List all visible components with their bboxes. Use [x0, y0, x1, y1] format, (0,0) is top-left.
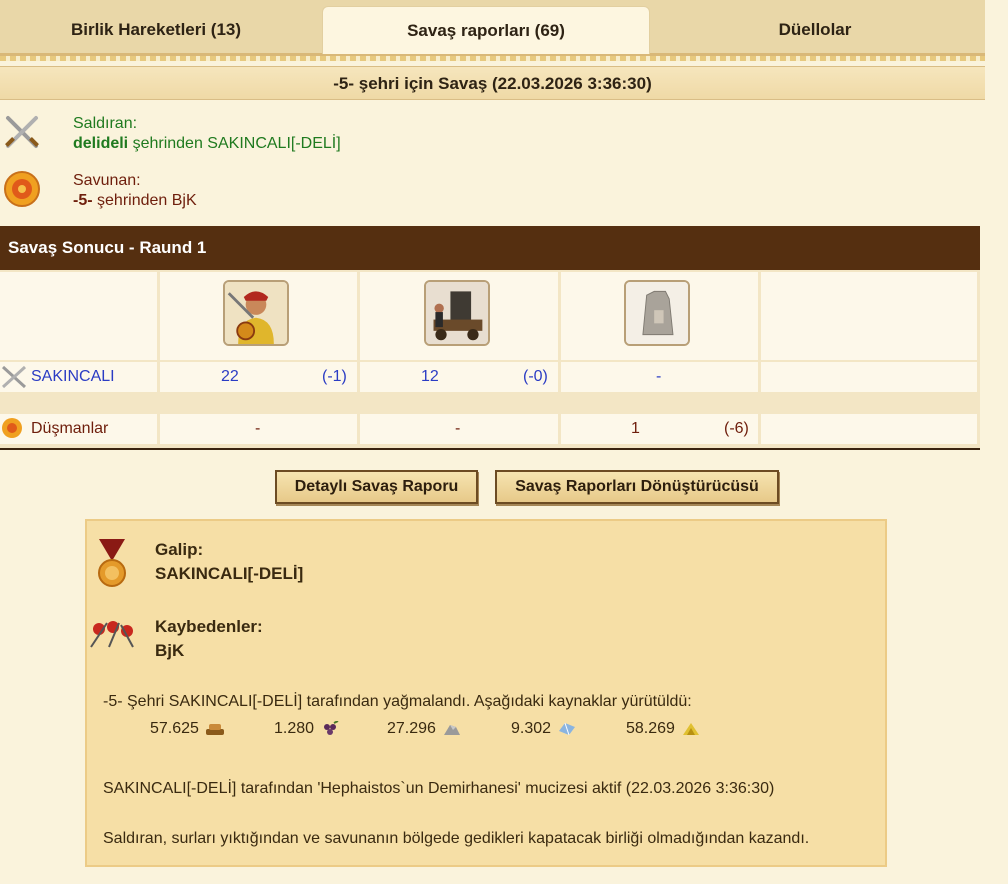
report-title: -5- şehri için Savaş (22.03.2026 3:36:30… — [0, 66, 985, 100]
grid-divider — [0, 448, 980, 450]
sulfur-icon — [682, 723, 699, 735]
grid-corner — [0, 272, 157, 360]
tab-bar: Birlik Hareketleri (13) Savaş raporları … — [0, 0, 985, 61]
resource-crystal: 9.302 — [511, 720, 577, 738]
grapes-icon — [324, 721, 339, 735]
wonder-text: SAKINCALI[-DELİ] tarafından 'Hephaistos`… — [103, 780, 775, 797]
unit-count: - — [656, 368, 662, 385]
resource-value: 1.280 — [274, 720, 315, 737]
unit-header-hoplite — [160, 272, 357, 360]
attacker-player[interactable]: şehrinden SAKINCALI[-DELİ] — [133, 135, 341, 152]
report-converter-button[interactable]: Savaş Raporları Dönüştürücüsü — [495, 470, 779, 504]
attacker-city[interactable]: delideli — [73, 135, 128, 152]
defender-city[interactable]: -5- — [73, 192, 93, 209]
shield-icon — [2, 418, 22, 438]
unit-grid: SAKINCALI 22 (-1) 12 (-0) - Düşmanlar - … — [0, 270, 980, 448]
crossed-swords-icon — [5, 116, 39, 148]
resource-sulfur: 58.269 — [626, 720, 701, 738]
resource-value: 57.625 — [150, 720, 199, 737]
unit-loss: (-6) — [724, 420, 749, 437]
attacker-label: Saldıran: — [73, 115, 138, 132]
resource-wood: 57.625 — [150, 720, 225, 738]
winner-label: Galip: — [155, 540, 204, 559]
attacker-line: delideli şehrinden SAKINCALI[-DELİ] — [73, 135, 341, 153]
marble-icon — [443, 725, 460, 735]
attacker-unit1-cell: 22 (-1) — [160, 362, 357, 392]
unit-loss: (-0) — [523, 368, 548, 385]
attacker-unit3-cell: - — [561, 362, 758, 392]
defender-row-name: Düşmanlar — [31, 420, 109, 437]
defender-section: Savunan: -5- şehrinden BjK — [0, 166, 985, 226]
loser-label: Kaybedenler: — [155, 617, 263, 636]
resource-value: 9.302 — [511, 720, 552, 737]
tab-troop-movements[interactable]: Birlik Hareketleri (13) — [0, 6, 312, 54]
siege-unit-icon[interactable] — [424, 280, 490, 346]
battle-result-header: Savaş Sonucu - Raund 1 — [0, 226, 980, 270]
defender-player[interactable]: şehrinden BjK — [97, 192, 197, 209]
resource-value: 27.296 — [387, 720, 436, 737]
row-name-defender: Düşmanlar — [0, 414, 157, 444]
attacker-row-name[interactable]: SAKINCALI — [31, 368, 115, 386]
attacker-empty-cell — [761, 362, 977, 392]
detailed-report-button[interactable]: Detaylı Savaş Raporu — [275, 470, 478, 504]
unit-header-catapult — [360, 272, 558, 360]
battle-summary-panel: Galip: SAKINCALI[-DELİ] Kaybedenler: BjK… — [85, 519, 887, 867]
shield-icon — [4, 171, 40, 207]
hoplite-unit-icon[interactable] — [223, 280, 289, 346]
unit-count: - — [455, 420, 461, 437]
tab-battle-reports[interactable]: Savaş raporları (69) — [322, 6, 650, 54]
attacker-section: Saldıran: delideli şehrinden SAKINCALI[-… — [0, 104, 985, 164]
resource-marble: 27.296 — [387, 720, 462, 738]
medal-icon — [98, 539, 126, 587]
defender-unit2-cell: - — [360, 414, 558, 444]
defender-unit3-cell: 1 (-6) — [561, 414, 758, 444]
wall-icon[interactable] — [624, 280, 690, 346]
plunder-text: -5- Şehri SAKINCALI[-DELİ] tarafından ya… — [103, 693, 692, 710]
winner-name: SAKINCALI[-DELİ] — [155, 564, 304, 583]
defender-unit1-cell: - — [160, 414, 357, 444]
row-name-attacker: SAKINCALI — [0, 362, 157, 392]
grid-empty-header — [761, 272, 977, 360]
loser-name: BjK — [155, 641, 185, 660]
unit-loss: (-1) — [322, 368, 347, 385]
defender-line: -5- şehrinden BjK — [73, 192, 197, 210]
unit-count: - — [255, 420, 261, 437]
crossed-swords-icon — [1, 365, 27, 389]
tab-duels[interactable]: Düellolar — [650, 6, 980, 54]
resource-value: 58.269 — [626, 720, 675, 737]
unit-count: 12 — [421, 368, 439, 385]
wood-icon — [205, 724, 224, 735]
victory-reason-text: Saldıran, surları yıktığından ve savunan… — [103, 830, 810, 847]
resource-wine: 1.280 — [274, 720, 340, 738]
unit-header-wall — [561, 272, 758, 360]
attacker-unit2-cell: 12 (-0) — [360, 362, 558, 392]
defender-label: Savunan: — [73, 172, 141, 189]
unit-count: 22 — [221, 368, 239, 385]
crystal-icon — [559, 722, 576, 736]
unit-count: 1 — [631, 420, 640, 437]
fallen-soldiers-icon — [90, 621, 134, 648]
defender-empty-cell — [761, 414, 977, 444]
